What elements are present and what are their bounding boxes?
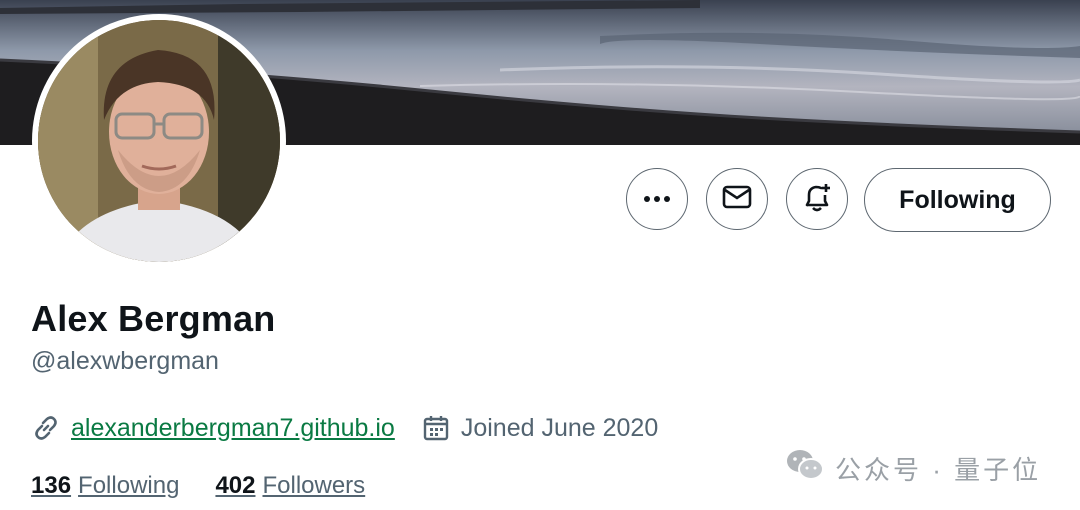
profile-handle: @alexwbergman	[31, 347, 219, 375]
notify-button[interactable]	[786, 168, 848, 230]
follow-stats: 136 Following 402 Followers	[31, 468, 365, 504]
following-button[interactable]: Following	[864, 168, 1051, 232]
watermark-text: 公众号 · 量子位	[835, 455, 1042, 485]
website-link[interactable]: alexanderbergman7.github.io	[71, 414, 395, 443]
followers-count: 402	[215, 472, 256, 499]
followers-stat[interactable]: 402 Followers	[215, 472, 365, 500]
following-stat-label: Following	[78, 472, 180, 499]
more-icon	[643, 190, 671, 208]
calendar-icon	[421, 413, 451, 443]
more-button[interactable]	[626, 168, 688, 230]
profile-avatar[interactable]	[32, 14, 286, 268]
watermark: 公众号 · 量子位	[785, 448, 1041, 489]
profile-meta: alexanderbergman7.github.io Joined June …	[31, 410, 658, 446]
followers-stat-label: Followers	[262, 472, 366, 499]
envelope-icon	[722, 185, 752, 214]
following-stat[interactable]: 136 Following	[31, 472, 179, 500]
link-icon	[31, 413, 61, 443]
bell-plus-icon	[801, 181, 833, 218]
message-button[interactable]	[706, 168, 768, 230]
profile-name: Alex Bergman	[31, 298, 276, 339]
joined-date: Joined June 2020	[460, 413, 659, 442]
joined-info: Joined June 2020	[421, 413, 658, 443]
following-count: 136	[31, 472, 72, 499]
wechat-icon	[785, 448, 825, 489]
